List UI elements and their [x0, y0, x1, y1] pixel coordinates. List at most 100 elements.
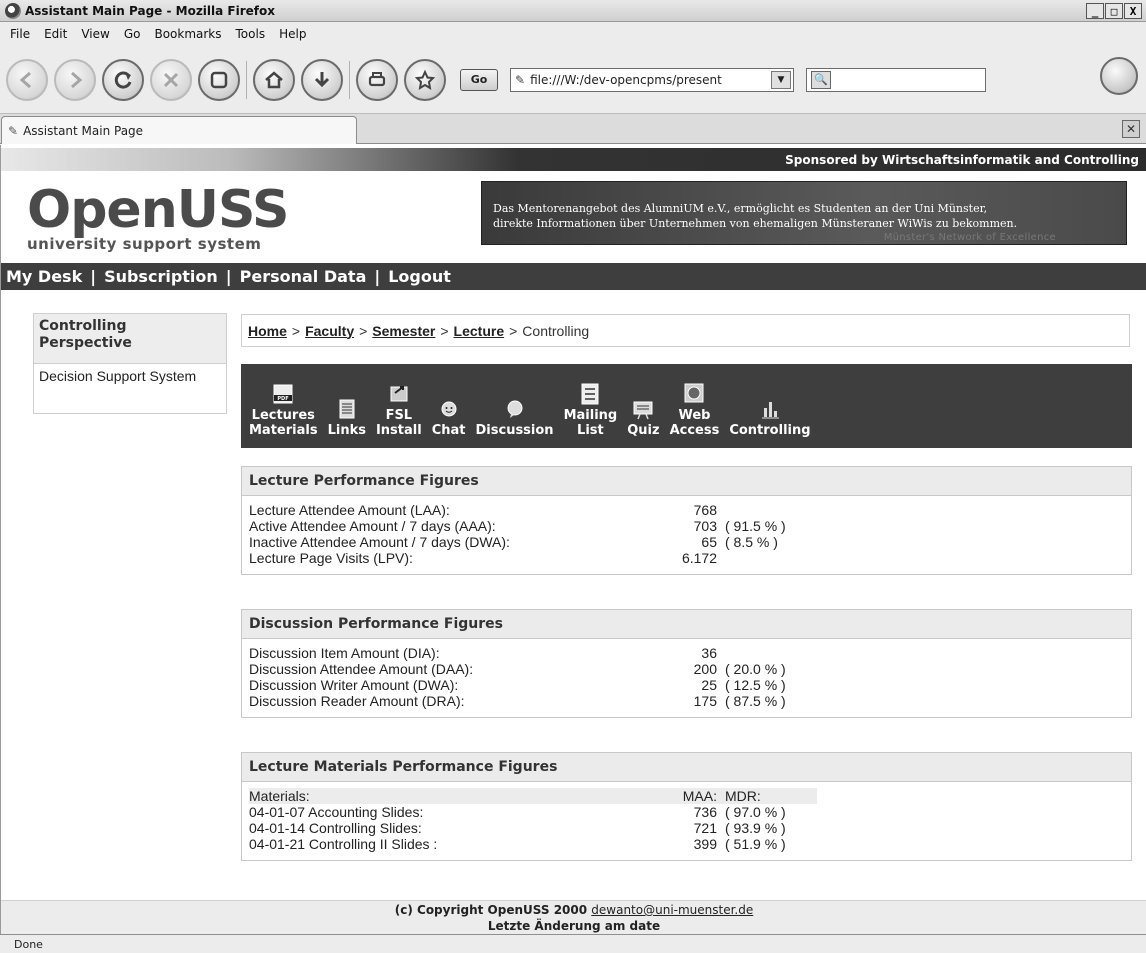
nav-personal-data[interactable]: Personal Data: [240, 267, 367, 286]
last-change-text: Letzte Änderung am date: [487, 919, 661, 933]
contact-email-link[interactable]: dewanto@uni-muenster.de: [591, 903, 753, 917]
home-icon: [265, 70, 283, 88]
page-icon: ✎: [8, 123, 19, 138]
navigation-toolbar: Go ✎ file:///W:/dev-opencpms/present ▼ 🔍: [0, 46, 1146, 114]
stop-button[interactable]: [150, 58, 192, 101]
tool-quiz[interactable]: Quiz: [627, 398, 660, 438]
table-row: 04-01-14 Controlling Slides: 721( 93.9 % …: [249, 820, 786, 836]
banner-line-2: direkte Informationen über Unternehmen v…: [493, 217, 1018, 230]
tool-mailing-list[interactable]: Mailing List: [564, 383, 617, 438]
downloads-button[interactable]: [301, 58, 343, 101]
page-footer: (c) Copyright OpenUSS 2000 dewanto@uni-m…: [1, 900, 1146, 934]
table-row: Discussion Writer Amount (DWA): 25( 12.5 …: [249, 677, 786, 693]
toolbar-separator: [349, 60, 350, 99]
window-controls: _ □ X: [1086, 3, 1142, 19]
nav-logout[interactable]: Logout: [388, 267, 451, 286]
throbber-icon: [1100, 57, 1138, 95]
tool-discussion[interactable]: Discussion: [476, 398, 554, 438]
close-window-button[interactable]: X: [1124, 3, 1142, 19]
status-text: Done: [14, 937, 43, 951]
status-bar: Done: [0, 934, 1146, 953]
menu-view[interactable]: View: [74, 27, 116, 41]
firefox-icon: [5, 2, 21, 19]
openuss-logo[interactable]: OpenUSS university support system: [27, 183, 317, 263]
page-content: Sponsored by Wirtschaftsinformatik and C…: [0, 145, 1146, 934]
banner-tagline: Münster's Network of Excellence: [883, 232, 1056, 243]
new-window-button[interactable]: [198, 58, 240, 101]
breadcrumb-lecture[interactable]: Lecture: [454, 323, 505, 339]
toolbar-separator: [246, 60, 247, 99]
tab-assistant-main-page[interactable]: ✎ Assistant Main Page: [1, 116, 357, 144]
maximize-button[interactable]: □: [1105, 3, 1123, 19]
table-row: Discussion Reader Amount (DRA): 175( 87.5…: [249, 693, 786, 709]
tool-web-access[interactable]: Web Access: [670, 383, 719, 438]
table-row: Lecture Page Visits (LPV): 6.172: [249, 550, 717, 566]
discussion-performance-card: Discussion Performance Figures Discussio…: [241, 609, 1132, 718]
table-row: Inactive Attendee Amount / 7 days (DWA):…: [249, 534, 778, 550]
url-bar[interactable]: ✎ file:///W:/dev-opencpms/present ▼: [510, 67, 794, 92]
mailing-list-icon: [581, 383, 599, 405]
quiz-icon: [633, 401, 653, 420]
table-header-row: Materials: MAA: MDR:: [249, 788, 817, 804]
search-engine-icon[interactable]: 🔍: [811, 70, 831, 89]
globe-icon: [684, 383, 704, 403]
url-dropdown-icon[interactable]: ▼: [771, 70, 791, 89]
menu-bookmarks[interactable]: Bookmarks: [147, 27, 228, 41]
window-icon: [210, 71, 228, 88]
menu-help[interactable]: Help: [272, 27, 313, 41]
print-button[interactable]: [356, 58, 398, 101]
page-icon: ✎: [515, 72, 526, 87]
sidebar-item-controlling-perspective[interactable]: Controlling Perspective: [33, 313, 227, 364]
url-text[interactable]: file:///W:/dev-opencpms/present: [530, 73, 771, 87]
go-button[interactable]: Go: [460, 68, 498, 91]
tool-fsl-install[interactable]: FSL Install: [376, 383, 422, 438]
menu-edit[interactable]: Edit: [37, 27, 74, 41]
sponsor-bar: Sponsored by Wirtschaftsinformatik and C…: [1, 148, 1146, 171]
back-button[interactable]: [6, 58, 48, 101]
tool-lectures-materials[interactable]: PDF Lectures Materials: [249, 383, 318, 438]
card-title: Discussion Performance Figures: [242, 610, 1131, 639]
forward-button[interactable]: [54, 58, 96, 101]
tab-label: Assistant Main Page: [23, 123, 144, 138]
card-title: Lecture Materials Performance Figures: [242, 753, 1131, 782]
search-bar[interactable]: 🔍: [806, 67, 986, 92]
breadcrumb-home[interactable]: Home: [248, 323, 287, 339]
tool-links[interactable]: Links: [328, 398, 366, 438]
svg-text:PDF: PDF: [278, 396, 289, 402]
forward-arrow-icon: [71, 71, 83, 88]
tool-chat[interactable]: Chat: [432, 398, 466, 438]
menu-bar: File Edit View Go Bookmarks Tools Help: [0, 22, 1146, 46]
nav-my-desk[interactable]: My Desk: [6, 267, 82, 286]
menu-tools[interactable]: Tools: [229, 27, 273, 41]
card-title: Lecture Performance Figures: [242, 467, 1131, 496]
sidebar-item-decision-support[interactable]: Decision Support System: [33, 364, 227, 414]
install-icon: [390, 386, 408, 402]
tool-controlling[interactable]: Controlling: [729, 398, 811, 438]
copyright-text: (c) Copyright OpenUSS 2000: [394, 903, 588, 917]
close-tab-button[interactable]: ✕: [1122, 120, 1140, 138]
pdf-icon: PDF: [273, 384, 293, 404]
lecture-toolbar: PDF Lectures Materials Links FSL Install C…: [241, 364, 1132, 448]
star-icon: [414, 69, 436, 90]
download-icon: [314, 71, 330, 87]
back-arrow-icon: [19, 71, 31, 88]
bookmark-button[interactable]: [404, 58, 446, 101]
breadcrumb-current: Controlling: [522, 322, 590, 339]
nav-subscription[interactable]: Subscription: [104, 267, 218, 286]
alumnium-banner[interactable]: Das Mentorenangebot des AlumniUM e.V., e…: [481, 181, 1127, 245]
chat-icon: [441, 401, 457, 417]
reload-button[interactable]: [102, 58, 144, 101]
breadcrumb: Home > Faculty > Semester > Lecture > Contro…: [241, 314, 1130, 347]
home-button[interactable]: [253, 58, 295, 101]
links-icon: [339, 399, 355, 419]
reload-icon: [114, 71, 132, 89]
menu-file[interactable]: File: [3, 27, 37, 41]
table-row: Active Attendee Amount / 7 days (AAA): 70…: [249, 518, 786, 534]
discussion-icon: [507, 400, 523, 418]
breadcrumb-faculty[interactable]: Faculty: [305, 323, 354, 339]
minimize-button[interactable]: _: [1086, 3, 1104, 19]
table-row: 04-01-21 Controlling II Slides :399( 51.…: [249, 836, 786, 852]
banner-line-1: Das Mentorenangebot des AlumniUM e.V., e…: [493, 202, 988, 215]
breadcrumb-semester[interactable]: Semester: [372, 323, 435, 339]
menu-go[interactable]: Go: [117, 27, 148, 41]
